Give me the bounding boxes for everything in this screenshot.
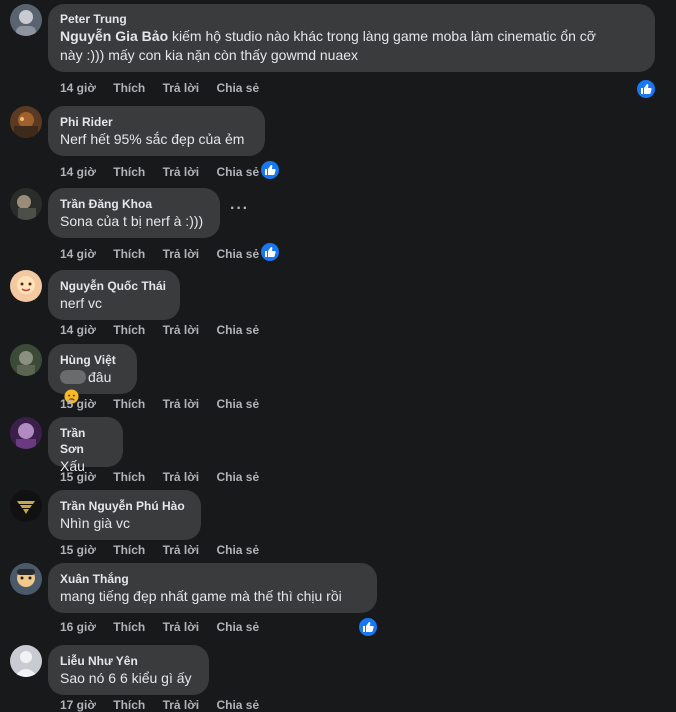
like-button[interactable]: Thích — [113, 470, 145, 484]
timestamp[interactable]: 15 giờ — [60, 397, 96, 411]
comment-author[interactable]: Phi Rider — [60, 114, 253, 130]
comment-actions: 15 giờ Thích Trả lời Chia sẻ — [60, 469, 273, 485]
comment-actions: 14 giờ Thích Trả lời Chia sẻ — [60, 322, 273, 338]
like-button[interactable]: Thích — [113, 323, 145, 337]
comment-actions: 15 giờ Thích Trả lời Chia sẻ — [60, 396, 273, 412]
like-button[interactable]: Thích — [113, 543, 145, 557]
comment-bubble: Phi Rider Nerf hết 95% sắc đẹp của ẻm — [48, 106, 265, 156]
avatar[interactable] — [10, 490, 42, 522]
comment-author[interactable]: Trần Sơn — [60, 425, 111, 457]
comment-actions: 16 giờ Thích Trả lời Chia sẻ — [60, 619, 273, 635]
avatar[interactable] — [10, 344, 42, 376]
comment-bubble: Trần Sơn Xấu — [48, 417, 123, 474]
share-button[interactable]: Chia sẻ — [216, 543, 259, 557]
comment-author[interactable]: Trần Đăng Khoa — [60, 196, 208, 212]
comment-bubble: Trần Nguyễn Phú Hào Nhìn già vc — [48, 490, 201, 540]
timestamp[interactable]: 15 giờ — [60, 470, 96, 484]
comment-actions: 14 giờ Thích Trả lời Chia sẻ — [60, 80, 273, 96]
timestamp[interactable]: 14 giờ — [60, 165, 96, 179]
reply-button[interactable]: Trả lời — [163, 470, 200, 484]
timestamp[interactable]: 15 giờ — [60, 543, 96, 557]
comment-bubble: Xuân Thắng mang tiếng đẹp nhất game mà t… — [48, 563, 377, 613]
comment-text: Nerf hết 95% sắc đẹp của ẻm — [60, 131, 245, 147]
like-button[interactable]: Thích — [113, 620, 145, 634]
share-button[interactable]: Chia sẻ — [216, 620, 259, 634]
like-button[interactable]: Thích — [113, 81, 145, 95]
comment-bubble: Trần Đăng Khoa Sona của t bị nerf à :))) — [48, 188, 220, 238]
comment-author[interactable]: Peter Trung — [60, 11, 643, 27]
thumbs-up-icon[interactable] — [259, 159, 281, 181]
reply-button[interactable]: Trả lời — [163, 698, 200, 712]
share-button[interactable]: Chia sẻ — [216, 397, 259, 411]
thumbs-up-icon[interactable] — [635, 78, 657, 100]
timestamp[interactable]: 14 giờ — [60, 323, 96, 337]
comment-bubble: Nguyễn Quốc Thái nerf vc — [48, 270, 180, 320]
more-options-icon[interactable]: ··· — [230, 200, 249, 218]
hidden-mention — [60, 370, 86, 384]
reply-button[interactable]: Trả lời — [163, 620, 200, 634]
avatar[interactable] — [10, 563, 42, 595]
mention-link[interactable]: Nguyễn Gia Bảo — [60, 28, 168, 44]
avatar[interactable] — [10, 645, 42, 677]
share-button[interactable]: Chia sẻ — [216, 470, 259, 484]
comment-text: Sona của t bị nerf à :))) — [60, 213, 204, 229]
reply-button[interactable]: Trả lời — [163, 165, 200, 179]
comment-bubble: Peter Trung Nguyễn Gia Bảo kiếm hộ studi… — [48, 4, 655, 72]
like-button[interactable]: Thích — [113, 247, 145, 261]
comment-author[interactable]: Xuân Thắng — [60, 571, 365, 587]
comment-author[interactable]: Nguyễn Quốc Thái — [60, 278, 168, 294]
comment-text: Nguyễn Gia Bảo kiếm hộ studio nào khác t… — [60, 28, 596, 44]
timestamp[interactable]: 17 giờ — [60, 698, 96, 712]
comment-actions: 14 giờ Thích Trả lời Chia sẻ — [60, 164, 273, 180]
like-button[interactable]: Thích — [113, 165, 145, 179]
share-button[interactable]: Chia sẻ — [216, 165, 259, 179]
share-button[interactable]: Chia sẻ — [216, 81, 259, 95]
share-button[interactable]: Chia sẻ — [216, 698, 259, 712]
comment-actions: 17 giờ Thích Trả lời Chia sẻ — [60, 697, 273, 712]
comment-text: Nhìn già vc — [60, 515, 131, 531]
avatar[interactable] — [10, 417, 42, 449]
avatar[interactable] — [10, 106, 42, 138]
thumbs-up-icon[interactable] — [357, 616, 379, 638]
timestamp[interactable]: 16 giờ — [60, 620, 96, 634]
thumbs-up-icon[interactable] — [259, 241, 281, 263]
comment-text-line2: này :))) mấy con kia nặn còn thấy gowmd … — [60, 47, 359, 63]
share-button[interactable]: Chia sẻ — [216, 247, 259, 261]
comment-text: Sao nó 6 6 kiểu gì ấy — [60, 670, 192, 686]
comment-author[interactable]: Trần Nguyễn Phú Hào — [60, 498, 189, 514]
reply-button[interactable]: Trả lời — [163, 247, 200, 261]
comment-thread: Peter Trung Nguyễn Gia Bảo kiếm hộ studi… — [0, 0, 676, 712]
reply-button[interactable]: Trả lời — [163, 81, 200, 95]
comment-bubble: Hùng Việt đâu — [48, 344, 137, 404]
timestamp[interactable]: 14 giờ — [60, 247, 96, 261]
avatar[interactable] — [10, 188, 42, 220]
avatar[interactable] — [10, 270, 42, 302]
comment-actions: 14 giờ Thích Trả lời Chia sẻ — [60, 246, 273, 262]
like-button[interactable]: Thích — [113, 698, 145, 712]
comment-author[interactable]: Hùng Việt — [60, 352, 125, 368]
comment-bubble: Liễu Như Yên Sao nó 6 6 kiểu gì ấy — [48, 645, 209, 695]
comment-actions: 15 giờ Thích Trả lời Chia sẻ — [60, 542, 273, 558]
timestamp[interactable]: 14 giờ — [60, 81, 96, 95]
like-button[interactable]: Thích — [113, 397, 145, 411]
comment-author[interactable]: Liễu Như Yên — [60, 653, 197, 669]
share-button[interactable]: Chia sẻ — [216, 323, 259, 337]
comment-text: nerf vc — [60, 295, 103, 311]
reply-button[interactable]: Trả lời — [163, 323, 200, 337]
avatar[interactable] — [10, 4, 42, 36]
reply-button[interactable]: Trả lời — [163, 397, 200, 411]
comment-text: mang tiếng đẹp nhất game mà thế thì chịu… — [60, 588, 342, 604]
reply-button[interactable]: Trả lời — [163, 543, 200, 557]
